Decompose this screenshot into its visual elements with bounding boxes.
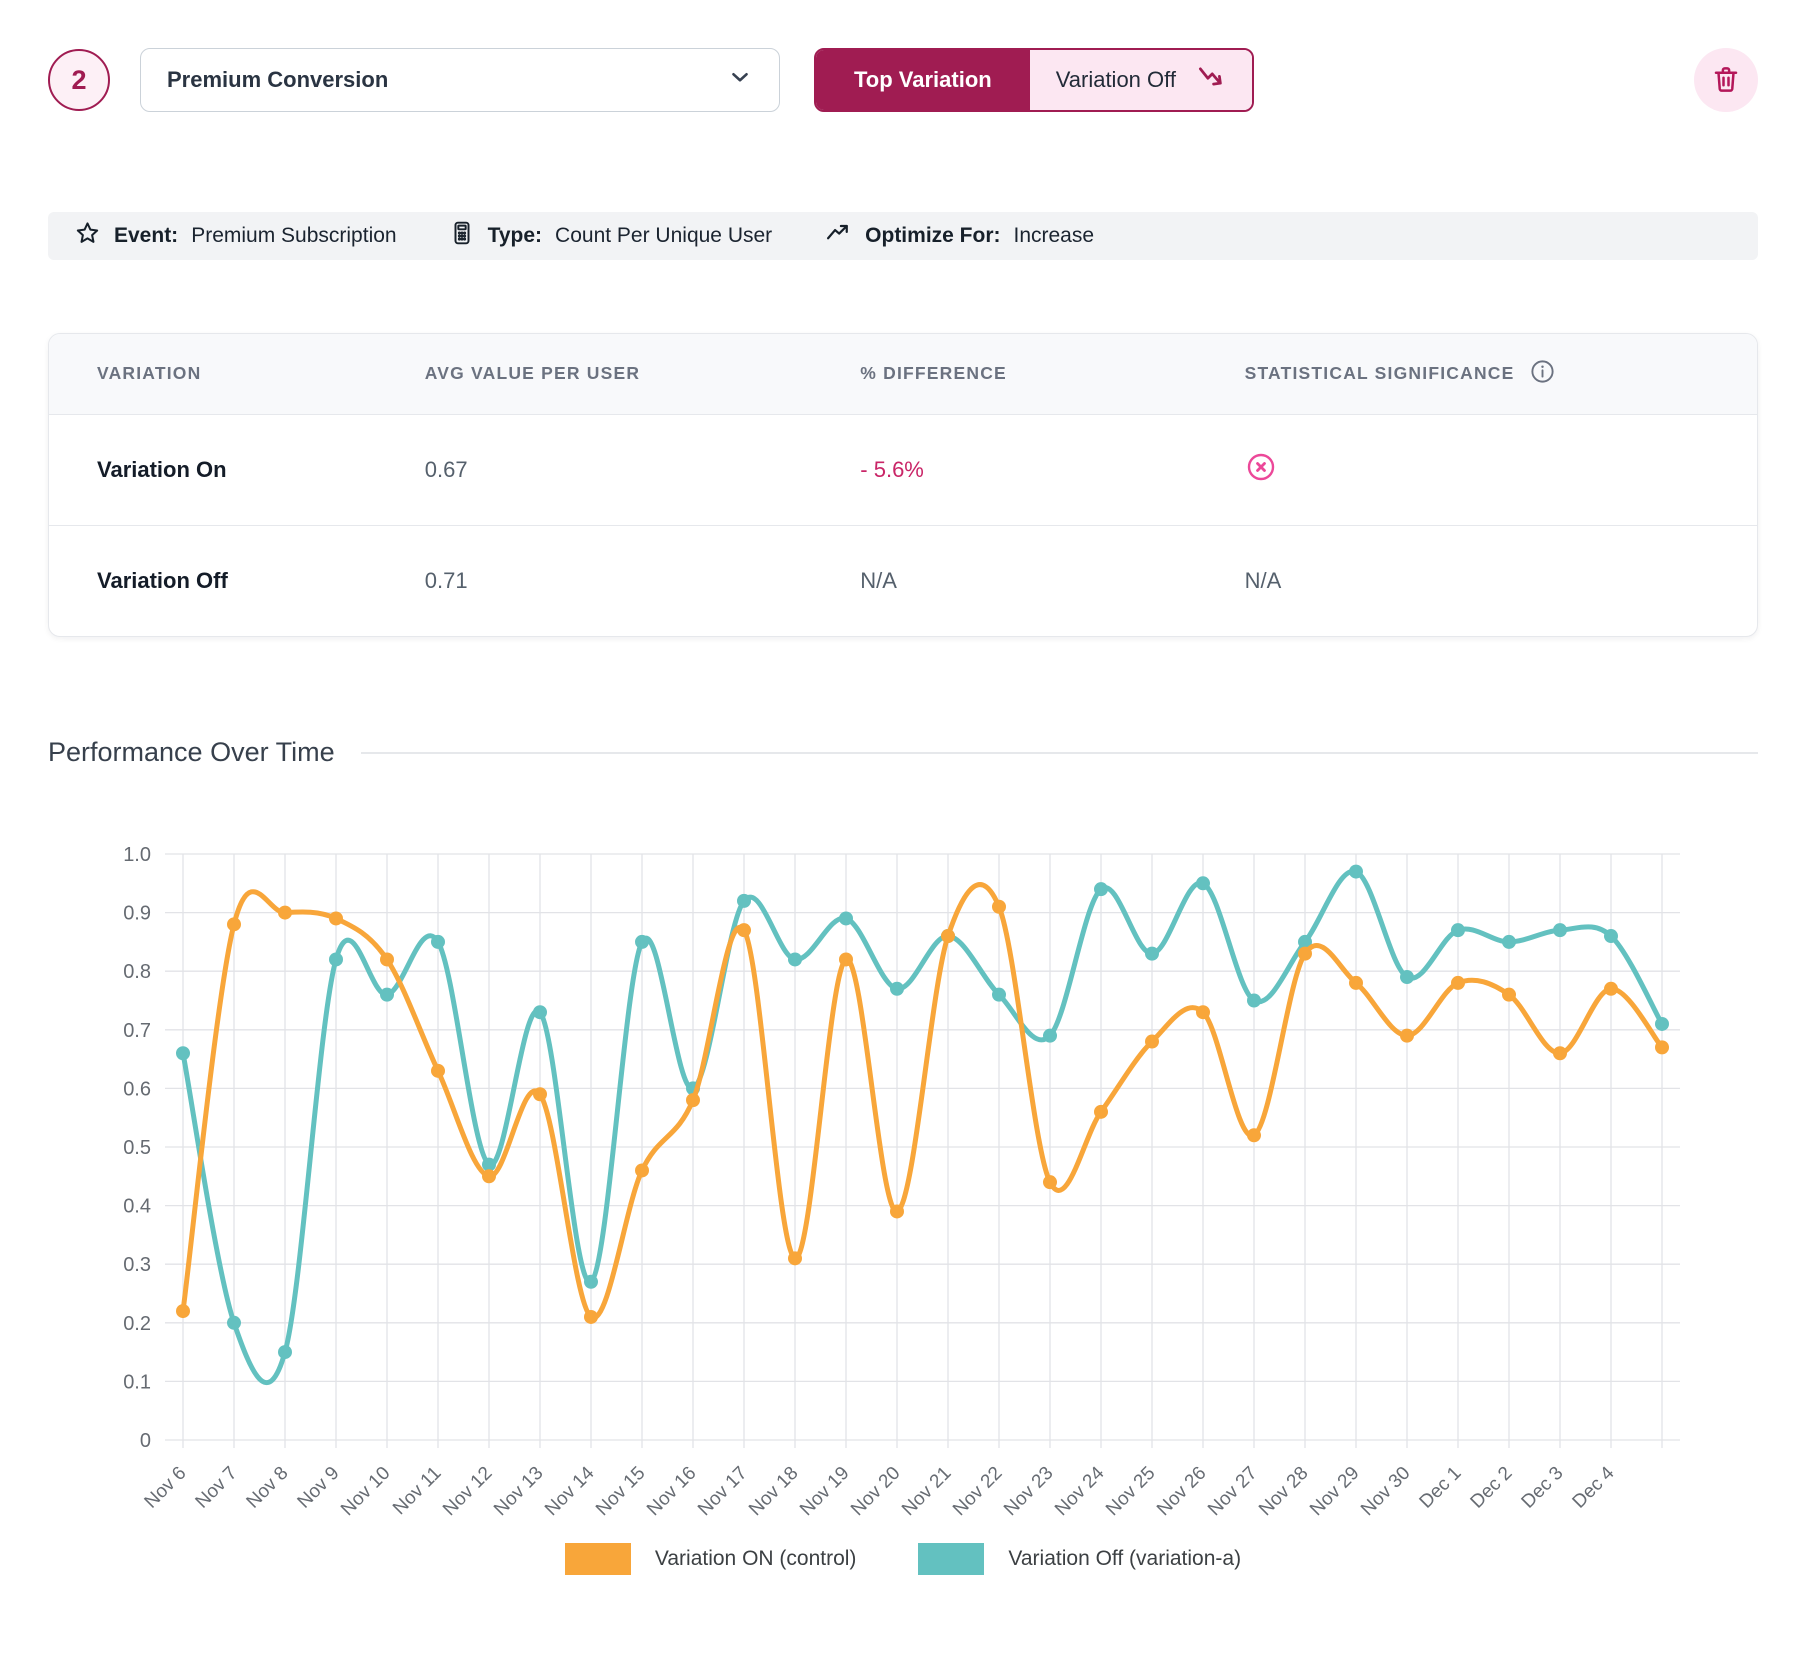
svg-text:Nov 14: Nov 14 — [541, 1462, 599, 1520]
legend-variation-on[interactable]: Variation ON (control) — [565, 1543, 857, 1575]
meta-type: Type: Count Per Unique User — [449, 220, 773, 252]
metric-index-badge: 2 — [48, 49, 110, 111]
legend-swatch-teal — [918, 1543, 984, 1575]
significance-cell — [1245, 414, 1757, 525]
svg-text:Nov 17: Nov 17 — [694, 1463, 751, 1520]
trending-up-icon — [824, 219, 852, 253]
table-row-variation-on: Variation On 0.67 - 5.6% — [49, 414, 1757, 525]
col-difference: % DIFFERENCE — [860, 334, 1244, 414]
chart-legend: Variation ON (control) Variation Off (va… — [48, 1543, 1758, 1575]
svg-text:0.4: 0.4 — [123, 1196, 151, 1218]
svg-text:Nov 30: Nov 30 — [1357, 1463, 1414, 1520]
significance-value: N/A — [1245, 525, 1757, 636]
svg-text:Nov 18: Nov 18 — [745, 1463, 802, 1520]
avg-value: 0.71 — [425, 525, 861, 636]
delete-metric-button[interactable] — [1694, 48, 1758, 112]
svg-text:Nov 16: Nov 16 — [643, 1463, 700, 1520]
svg-text:Nov 12: Nov 12 — [439, 1463, 496, 1520]
legend-variation-off[interactable]: Variation Off (variation-a) — [918, 1543, 1241, 1575]
meta-type-value: Count Per Unique User — [555, 224, 772, 248]
table-header-row: VARIATION AVG VALUE PER USER % DIFFERENC… — [49, 334, 1757, 414]
svg-text:Nov 24: Nov 24 — [1051, 1462, 1109, 1520]
svg-text:0.5: 0.5 — [123, 1137, 151, 1159]
variation-name: Variation On — [49, 414, 425, 525]
title-divider — [361, 752, 1758, 754]
meta-optimize-label: Optimize For: — [865, 224, 1000, 248]
svg-text:Nov 10: Nov 10 — [337, 1463, 394, 1520]
metric-header-row: 2 Premium Conversion Top Variation Varia… — [48, 48, 1758, 112]
star-icon — [74, 220, 101, 253]
legend-label: Variation Off (variation-a) — [1008, 1547, 1241, 1571]
svg-text:1.0: 1.0 — [123, 844, 151, 866]
meta-event: Event: Premium Subscription — [74, 220, 397, 253]
svg-text:Nov 13: Nov 13 — [490, 1463, 547, 1520]
calculator-icon — [449, 220, 475, 252]
svg-text:Nov 20: Nov 20 — [847, 1463, 904, 1520]
series-line-variation-off-variation-a- — [183, 871, 1662, 1382]
table-row-variation-off: Variation Off 0.71 N/A N/A — [49, 525, 1757, 636]
metric-meta-bar: Event: Premium Subscription Type: Count … — [48, 212, 1758, 260]
svg-text:Nov 25: Nov 25 — [1102, 1463, 1159, 1520]
svg-text:Nov 11: Nov 11 — [389, 1463, 445, 1519]
chevron-down-icon — [727, 64, 753, 96]
variation-results-table: VARIATION AVG VALUE PER USER % DIFFERENC… — [48, 333, 1758, 637]
performance-chart: 1.00.90.80.70.60.50.40.30.20.10Nov 6Nov … — [48, 796, 1758, 1532]
meta-optimize-value: Increase — [1014, 224, 1095, 248]
svg-text:Nov 28: Nov 28 — [1255, 1463, 1312, 1520]
meta-event-value: Premium Subscription — [191, 224, 396, 248]
col-variation: VARIATION — [49, 334, 425, 414]
svg-text:0.2: 0.2 — [123, 1313, 151, 1335]
variation-name: Variation Off — [49, 525, 425, 636]
svg-text:Nov 29: Nov 29 — [1306, 1463, 1363, 1520]
svg-text:0: 0 — [140, 1430, 151, 1452]
meta-type-label: Type: — [488, 224, 542, 248]
difference-value: - 5.6% — [860, 414, 1244, 525]
col-significance: STATISTICAL SIGNIFICANCE — [1245, 334, 1757, 414]
top-variation-value[interactable]: Variation Off — [1030, 50, 1252, 110]
svg-text:0.9: 0.9 — [123, 903, 151, 925]
meta-optimize: Optimize For: Increase — [824, 219, 1094, 253]
svg-text:Nov 6: Nov 6 — [141, 1463, 191, 1513]
svg-text:Nov 26: Nov 26 — [1153, 1463, 1210, 1520]
avg-value: 0.67 — [425, 414, 861, 525]
legend-label: Variation ON (control) — [655, 1547, 857, 1571]
svg-text:Nov 23: Nov 23 — [1000, 1463, 1057, 1520]
svg-text:Nov 27: Nov 27 — [1204, 1463, 1261, 1520]
top-variation-label[interactable]: Top Variation — [816, 50, 1030, 110]
svg-text:Nov 22: Nov 22 — [949, 1463, 1006, 1520]
svg-text:0.3: 0.3 — [123, 1254, 151, 1276]
x-circle-icon — [1245, 470, 1277, 487]
metric-dropdown[interactable]: Premium Conversion — [140, 48, 780, 112]
svg-text:Dec 4: Dec 4 — [1569, 1462, 1619, 1512]
experiment-metric-panel: 2 Premium Conversion Top Variation Varia… — [0, 48, 1806, 1575]
trash-icon — [1711, 64, 1741, 97]
chart-title-row: Performance Over Time — [48, 737, 1758, 768]
info-icon[interactable] — [1529, 358, 1556, 390]
svg-text:0.8: 0.8 — [123, 961, 151, 983]
svg-text:Nov 15: Nov 15 — [592, 1463, 649, 1520]
svg-text:Dec 2: Dec 2 — [1467, 1463, 1517, 1513]
svg-text:Nov 7: Nov 7 — [192, 1463, 242, 1513]
top-variation-toggle[interactable]: Top Variation Variation Off — [814, 48, 1254, 112]
trending-down-icon — [1196, 62, 1226, 98]
meta-event-label: Event: — [114, 224, 178, 248]
svg-text:0.1: 0.1 — [123, 1371, 151, 1393]
chart-area: 1.00.90.80.70.60.50.40.30.20.10Nov 6Nov … — [48, 796, 1758, 1575]
metric-dropdown-value: Premium Conversion — [167, 67, 388, 93]
svg-text:Nov 19: Nov 19 — [796, 1463, 853, 1520]
chart-title: Performance Over Time — [48, 737, 335, 768]
difference-value: N/A — [860, 525, 1244, 636]
legend-swatch-orange — [565, 1543, 631, 1575]
svg-text:Nov 8: Nov 8 — [243, 1463, 293, 1513]
svg-text:0.7: 0.7 — [123, 1020, 151, 1042]
svg-text:Dec 1: Dec 1 — [1416, 1463, 1466, 1513]
svg-text:Nov 21: Nov 21 — [898, 1463, 955, 1520]
svg-text:Dec 3: Dec 3 — [1518, 1463, 1568, 1513]
svg-text:0.6: 0.6 — [123, 1078, 151, 1100]
col-avg-value: AVG VALUE PER USER — [425, 334, 861, 414]
